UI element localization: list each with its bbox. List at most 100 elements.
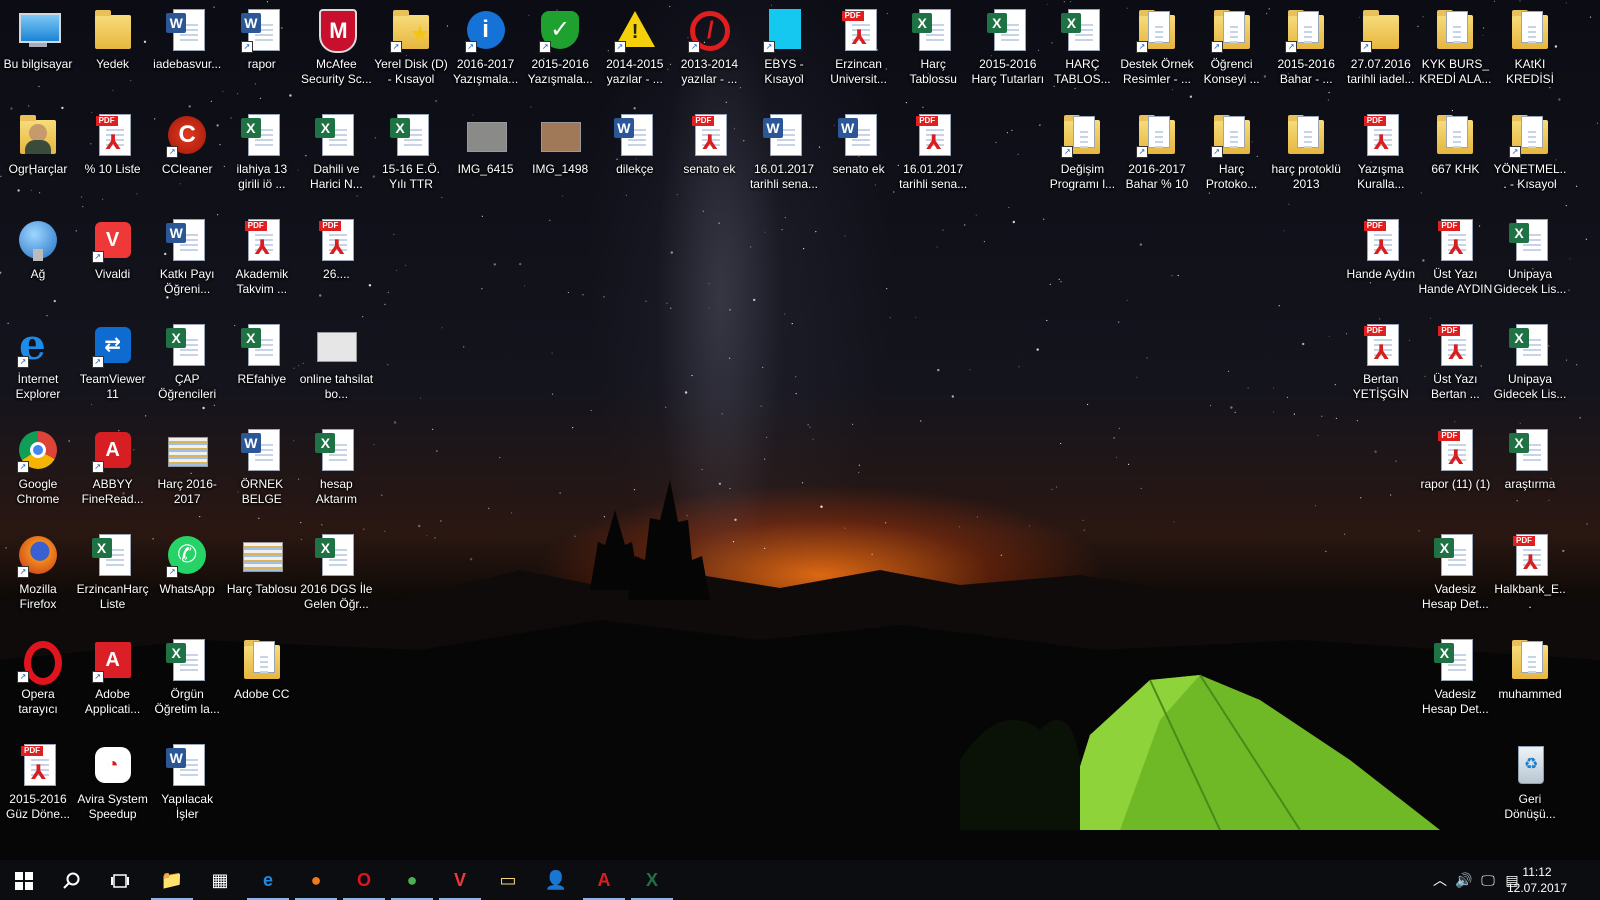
taskbar-acrobat-button[interactable]: A: [580, 860, 628, 900]
desktop-icon-check[interactable]: ✓ ↗ 2015-2016 Yazışmala...: [523, 2, 597, 106]
desktop-icon-photo-table[interactable]: Harç 2016-2017: [150, 422, 224, 526]
desktop-icon-excel[interactable]: X Örgün Öğretim la...: [150, 632, 224, 736]
desktop-icon-block[interactable]: / ↗ 2013-2014 yazılar - ...: [672, 2, 746, 106]
show-hidden-icons-button[interactable]: ︿: [1428, 860, 1452, 900]
desktop-icon-folder-doc[interactable]: ↗ 2016-2017 Bahar % 10: [1120, 107, 1194, 211]
volume-button[interactable]: 🔊: [1452, 860, 1476, 900]
desktop-icon-teamviewer[interactable]: ⇄ ↗ TeamViewer 11: [76, 317, 150, 421]
desktop-icon-folder-doc[interactable]: ↗ YÖNETMEL... - Kısayol: [1493, 107, 1567, 211]
desktop-icon-label: Bu bilgisayar: [3, 57, 73, 71]
desktop-icon-ie[interactable]: e ↗ İnternet Explorer: [1, 317, 75, 421]
desktop-icon-folder-doc[interactable]: ↗ Harç Protoko...: [1195, 107, 1269, 211]
desktop-icon-folder-doc[interactable]: KAtKI KREDİSİ: [1493, 2, 1567, 106]
desktop-icon-opera[interactable]: ↗ Opera tarayıcı: [1, 632, 75, 736]
taskbar-chrome-button[interactable]: ●: [388, 860, 436, 900]
desktop-icon-photo-gray[interactable]: IMG_6415: [449, 107, 523, 211]
desktop-icon-folder-doc[interactable]: ↗ Destek Örnek Resimler - ...: [1120, 2, 1194, 106]
desktop-icon-word[interactable]: Wsenato ek: [822, 107, 896, 211]
desktop-icon-excel[interactable]: X 2016 DGS İle Gelen Öğr...: [299, 527, 373, 631]
desktop-icon-excel[interactable]: X ErzincanHarç Liste: [76, 527, 150, 631]
desktop-icon-pdf[interactable]: PDF ⅄ rapor (11) (1): [1418, 422, 1492, 526]
desktop-icon-pdf[interactable]: PDF ⅄ Üst Yazı Bertan ...: [1418, 317, 1492, 421]
desktop-icon-ccleaner[interactable]: C ↗ CCleaner: [150, 107, 224, 211]
search-button[interactable]: [48, 860, 96, 900]
desktop-icon-pdf[interactable]: PDF ⅄ senato ek: [672, 107, 746, 211]
desktop-icon-word[interactable]: Wdilekçe: [598, 107, 672, 211]
desktop-icon-excel[interactable]: X REfahiye: [225, 317, 299, 421]
desktop-icon-folder-doc[interactable]: ↗ 2015-2016 Bahar - ...: [1269, 2, 1343, 106]
desktop-icon-word[interactable]: Wiadebasvur...: [150, 2, 224, 106]
desktop-icon-pdf[interactable]: PDF ⅄ 16.01.2017 tarihli sena...: [896, 107, 970, 211]
desktop-icon-excel[interactable]: X HARÇ TABLOS...: [1045, 2, 1119, 106]
desktop-icon-excel[interactable]: X Unipaya Gidecek Lis...: [1493, 212, 1567, 316]
desktop-icon-pdf[interactable]: PDF ⅄ 2015-2016 Güz Döne...: [1, 737, 75, 841]
taskbar-internet-explorer-button[interactable]: e: [244, 860, 292, 900]
desktop-icon-folder-doc[interactable]: KYK BURS_ KREDİ ALA...: [1418, 2, 1492, 106]
desktop-icon-excel[interactable]: X Vadesiz Hesap Det...: [1418, 527, 1492, 631]
desktop-icon-pdf[interactable]: PDF ⅄ Bertan YETİŞGİN: [1344, 317, 1418, 421]
taskbar-people-app-button[interactable]: 👤: [532, 860, 580, 900]
desktop-icon-folder-doc[interactable]: 667 KHK: [1418, 107, 1492, 211]
desktop-icon-excel[interactable]: Xaraştırma: [1493, 422, 1567, 526]
desktop-icon-excel[interactable]: X Vadesiz Hesap Det...: [1418, 632, 1492, 736]
desktop-icon-photo-table[interactable]: Harç Tablosu: [225, 527, 299, 631]
desktop-icon-excel[interactable]: X 2015-2016 Harç Tutarları: [971, 2, 1045, 106]
desktop-icon-photo-light[interactable]: online tahsilat bo...: [299, 317, 373, 421]
desktop-icon-excel[interactable]: X Dahili ve Harici N...: [299, 107, 373, 211]
desktop-icon-folder-doc[interactable]: harç protoklü 2013: [1269, 107, 1343, 211]
desktop-icon-pdf[interactable]: PDF ⅄ % 10 Liste: [76, 107, 150, 211]
desktop-icon-firefox[interactable]: ↗ Mozilla Firefox: [1, 527, 75, 631]
taskbar-vivaldi-button[interactable]: V: [436, 860, 484, 900]
desktop-icon-pdf[interactable]: PDF ⅄ Yazışma Kuralla...: [1344, 107, 1418, 211]
desktop-icon-network[interactable]: Ağ: [1, 212, 75, 316]
desktop-icon-vivaldi[interactable]: V ↗ Vivaldi: [76, 212, 150, 316]
network-button[interactable]: 🖵: [1476, 860, 1500, 900]
desktop-icon-pdf[interactable]: PDF ⅄ Akademik Takvim ...: [225, 212, 299, 316]
desktop-icon-word[interactable]: W Katkı Payı Öğreni...: [150, 212, 224, 316]
desktop-icon-excel[interactable]: Xilahiya 13 girili iö ...: [225, 107, 299, 211]
task-view-button[interactable]: [96, 860, 144, 900]
desktop-icon-folder-doc[interactable]: ↗ Öğrenci Konseyi ...: [1195, 2, 1269, 106]
desktop-icon-pdf[interactable]: PDF ⅄ Erzincan Universit...: [822, 2, 896, 106]
desktop-icon-folder-doc[interactable]: muhammed: [1493, 632, 1567, 736]
desktop-icon-word[interactable]: W Yapılacak İşler: [150, 737, 224, 841]
desktop-icon-pdf[interactable]: PDF ⅄ Hande Aydın: [1344, 212, 1418, 316]
desktop-icon-cyan-file[interactable]: ↗ EBYS - Kısayol: [747, 2, 821, 106]
desktop-icon-info[interactable]: i ↗ 2016-2017 Yazışmala...: [449, 2, 523, 106]
desktop-icon-warning[interactable]: ! ↗ 2014-2015 yazılar - ...: [598, 2, 672, 106]
desktop-icon-word[interactable]: W ↗ rapor: [225, 2, 299, 106]
desktop-icon-excel[interactable]: X ÇAP Öğrencileri: [150, 317, 224, 421]
desktop-icon-adobe[interactable]: A ↗ Adobe Applicati...: [76, 632, 150, 736]
desktop-icon-pdf[interactable]: PDF ⅄ Üst Yazı Hande AYDIN: [1418, 212, 1492, 316]
desktop-icon-pdf[interactable]: PDF ⅄ Halkbank_E...: [1493, 527, 1567, 631]
desktop-icon-computer[interactable]: Bu bilgisayar: [1, 2, 75, 106]
desktop-icon-whatsapp[interactable]: ✆ ↗ WhatsApp: [150, 527, 224, 631]
desktop-icon-user-folder[interactable]: OgrHarçlar: [1, 107, 75, 211]
taskbar-calculator-button[interactable]: ▦: [196, 860, 244, 900]
desktop-icon-excel[interactable]: X Harç Tablossu: [896, 2, 970, 106]
desktop-icon-abbyy[interactable]: A ↗ ABBYY FineRead...: [76, 422, 150, 526]
desktop-icon-photo-tan[interactable]: IMG_1498: [523, 107, 597, 211]
desktop-icon-word[interactable]: W ÖRNEK BELGE: [225, 422, 299, 526]
desktop-icon-folder[interactable]: Yedek: [76, 2, 150, 106]
desktop-icon-avira[interactable]: ◔ Avira System Speedup: [76, 737, 150, 841]
taskbar-folder-app-button[interactable]: ▭: [484, 860, 532, 900]
desktop-icon-folder[interactable]: ↗ 27.07.2016 tarihli iadel...: [1344, 2, 1418, 106]
desktop-icon-excel[interactable]: X 15-16 E.Ö. Yılı TTR: [374, 107, 448, 211]
start-button[interactable]: [0, 860, 48, 900]
clock[interactable]: 11:12 12.07.2017: [1502, 864, 1572, 896]
desktop-icon-word[interactable]: W 16.01.2017 tarihli sena...: [747, 107, 821, 211]
desktop-icon-excel[interactable]: X Unipaya Gidecek Lis...: [1493, 317, 1567, 421]
desktop-icon-folder-doc[interactable]: Adobe CC: [225, 632, 299, 736]
desktop-icon-pdf[interactable]: PDF ⅄ 26....: [299, 212, 373, 316]
taskbar-opera-button[interactable]: O: [340, 860, 388, 900]
taskbar-file-explorer-button[interactable]: 📁: [148, 860, 196, 900]
taskbar-firefox-button[interactable]: ●: [292, 860, 340, 900]
desktop-icon-chrome[interactable]: ↗ Google Chrome: [1, 422, 75, 526]
desktop-icon-excel[interactable]: Xhesap Aktarım: [299, 422, 373, 526]
taskbar-excel-button[interactable]: X: [628, 860, 676, 900]
desktop-icon-mcafee[interactable]: M McAfee Security Sc...: [299, 2, 373, 106]
desktop-icon-folder-doc[interactable]: ↗ Değişim Programı l...: [1045, 107, 1119, 211]
desktop-icon-folder-star[interactable]: ★ ↗ Yerel Disk (D) - Kısayol: [374, 2, 448, 106]
desktop-icon-recycle[interactable]: ♻ Geri Dönüşü...: [1493, 737, 1567, 841]
